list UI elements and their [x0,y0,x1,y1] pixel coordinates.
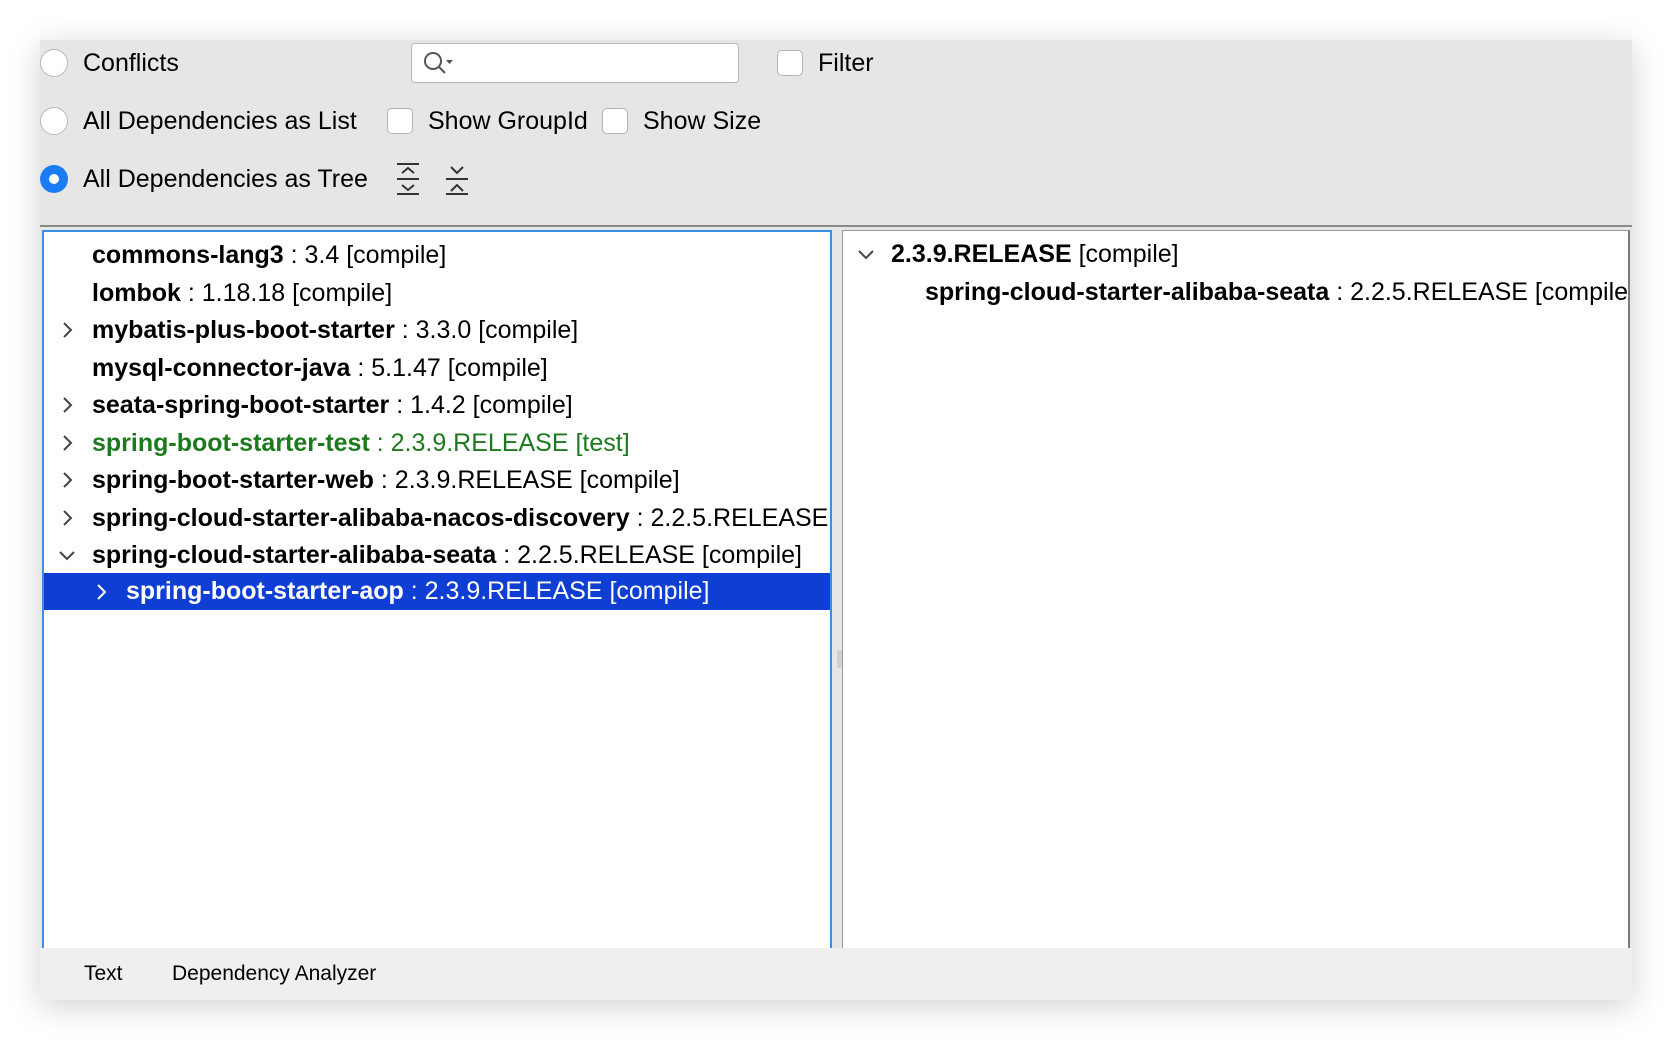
chevron-right-icon[interactable] [58,509,76,527]
tree-row-name: mysql-connector-java [92,353,351,382]
list-label: All Dependencies as List [83,106,357,135]
expand-all-icon [397,163,419,195]
tree-row-info: : 2.3.9.RELEASE [test] [369,428,630,457]
dependency-tree[interactable]: commons-lang3 : 3.4 [compile] lombok : 1… [42,230,832,950]
detail-row-info: : 2.2.5.RELEASE [compile] [1329,277,1630,306]
bottom-tab-bar: Text Dependency Analyzer [40,948,1632,1000]
tree-row-info: : 5.1.47 [compile] [350,353,548,382]
filter-option[interactable]: Filter [777,43,874,83]
tree-row-info: : 2.3.9.RELEASE [compile] [403,577,710,605]
collapse-all-button[interactable] [443,162,471,196]
tree-label: All Dependencies as Tree [83,164,368,193]
tree-row[interactable]: commons-lang3 : 3.4 [compile] [44,235,830,275]
tree-row-info: : 3.3.0 [compile] [394,315,579,344]
tree-row[interactable]: seata-spring-boot-starter : 1.4.2 [compi… [44,385,830,425]
tree-row-info: : 1.18.18 [compile] [180,278,393,307]
dependency-analyzer-window: Conflicts Filter All Dependencies as Lis… [40,40,1632,1000]
show-groupid-checkbox[interactable] [387,108,413,134]
tree-row-name: spring-cloud-starter-alibaba-seata [92,540,497,569]
tree-row[interactable]: mybatis-plus-boot-starter : 3.3.0 [compi… [44,310,830,350]
conflicts-option[interactable]: Conflicts [40,43,179,83]
filter-label: Filter [818,48,874,77]
list-option[interactable]: All Dependencies as List [40,101,357,141]
tree-row-name: seata-spring-boot-starter [92,390,390,419]
chevron-right-icon[interactable] [58,471,76,489]
tree-row-name: spring-boot-starter-web [92,465,374,494]
tree-row-name: spring-boot-starter-aop [126,577,404,605]
show-size-checkbox[interactable] [602,108,628,134]
tree-row-info: : 2.2.5.RELEASE [compile] [636,503,830,532]
tree-row[interactable]: spring-boot-starter-test : 2.3.9.RELEASE… [44,423,830,463]
show-size-label: Show Size [643,106,762,135]
toolbar-separator [40,225,1632,227]
tree-row-selected[interactable]: spring-boot-starter-aop : 2.3.9.RELEASE … [44,573,830,610]
tree-row[interactable]: mysql-connector-java : 5.1.47 [compile] [44,348,830,388]
detail-row-info: [compile] [1071,239,1179,268]
tree-row[interactable]: lombok : 1.18.18 [compile] [44,273,830,313]
conflicts-radio[interactable] [40,49,68,77]
tree-row-info: : 2.2.5.RELEASE [compile] [496,540,802,569]
tree-row[interactable]: spring-cloud-starter-alibaba-nacos-disco… [44,498,830,538]
tree-row-name: spring-boot-starter-test [92,428,370,457]
filter-checkbox[interactable] [777,50,803,76]
chevron-down-icon[interactable] [58,546,76,564]
tree-radio[interactable] [40,165,68,193]
show-size-option[interactable]: Show Size [602,101,761,141]
tab-text[interactable]: Text [84,962,123,986]
tab-dependency-analyzer[interactable]: Dependency Analyzer [172,962,376,986]
tree-row-name: lombok [92,278,181,307]
show-groupid-label: Show GroupId [428,106,588,135]
tree-option[interactable]: All Dependencies as Tree [40,159,368,199]
tree-row[interactable]: spring-boot-starter-web : 2.3.9.RELEASE … [44,460,830,500]
tree-row-name: commons-lang3 [92,240,284,269]
chevron-right-icon[interactable] [58,396,76,414]
chevron-down-icon[interactable] [857,245,875,263]
search-input[interactable] [411,43,739,83]
chevron-right-icon[interactable] [58,321,76,339]
detail-row-name: 2.3.9.RELEASE [891,239,1072,268]
expand-all-button[interactable] [394,162,422,196]
tree-row-name: spring-cloud-starter-alibaba-nacos-disco… [92,503,630,532]
show-groupid-option[interactable]: Show GroupId [387,101,588,141]
dependency-detail-tree[interactable]: 2.3.9.RELEASE [compile] spring-cloud-sta… [842,230,1630,950]
detail-row[interactable]: spring-cloud-starter-alibaba-seata : 2.2… [843,272,1628,312]
search-icon [424,52,453,74]
list-radio[interactable] [40,107,68,135]
detail-row-name: spring-cloud-starter-alibaba-seata [925,277,1330,306]
chevron-right-icon[interactable] [92,583,110,601]
tree-row-info: : 1.4.2 [compile] [389,390,573,419]
tree-row[interactable]: spring-cloud-starter-alibaba-seata : 2.2… [44,535,830,575]
conflicts-label: Conflicts [83,48,179,77]
tree-row-info: : 3.4 [compile] [283,240,447,269]
detail-row[interactable]: 2.3.9.RELEASE [compile] [843,234,1628,274]
tree-row-info: : 2.3.9.RELEASE [compile] [373,465,680,494]
collapse-all-icon [446,166,468,195]
chevron-right-icon[interactable] [58,434,76,452]
tree-row-name: mybatis-plus-boot-starter [92,315,395,344]
